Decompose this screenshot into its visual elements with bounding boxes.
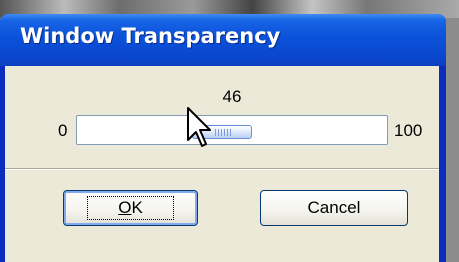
dialog-body: 46 0 100 OK Cancel <box>5 66 439 262</box>
separator <box>5 168 439 170</box>
slider-max-label: 100 <box>394 121 423 140</box>
focus-indicator: OK <box>87 196 174 220</box>
dialog-window: Window Transparency 46 0 100 OK Cancel <box>0 14 446 262</box>
grip-icon <box>215 129 233 136</box>
slider-min-label: 0 <box>58 121 68 140</box>
ok-button[interactable]: OK <box>63 190 198 226</box>
mouse-pointer-icon <box>187 107 211 147</box>
window-title: Window Transparency <box>20 24 281 48</box>
transparency-slider[interactable] <box>76 115 388 145</box>
title-bar[interactable]: Window Transparency <box>0 14 446 66</box>
slider-value-label: 46 <box>222 87 242 106</box>
cancel-button[interactable]: Cancel <box>260 190 408 226</box>
ok-accesskey: O <box>118 198 132 217</box>
ok-label: K <box>131 198 143 217</box>
